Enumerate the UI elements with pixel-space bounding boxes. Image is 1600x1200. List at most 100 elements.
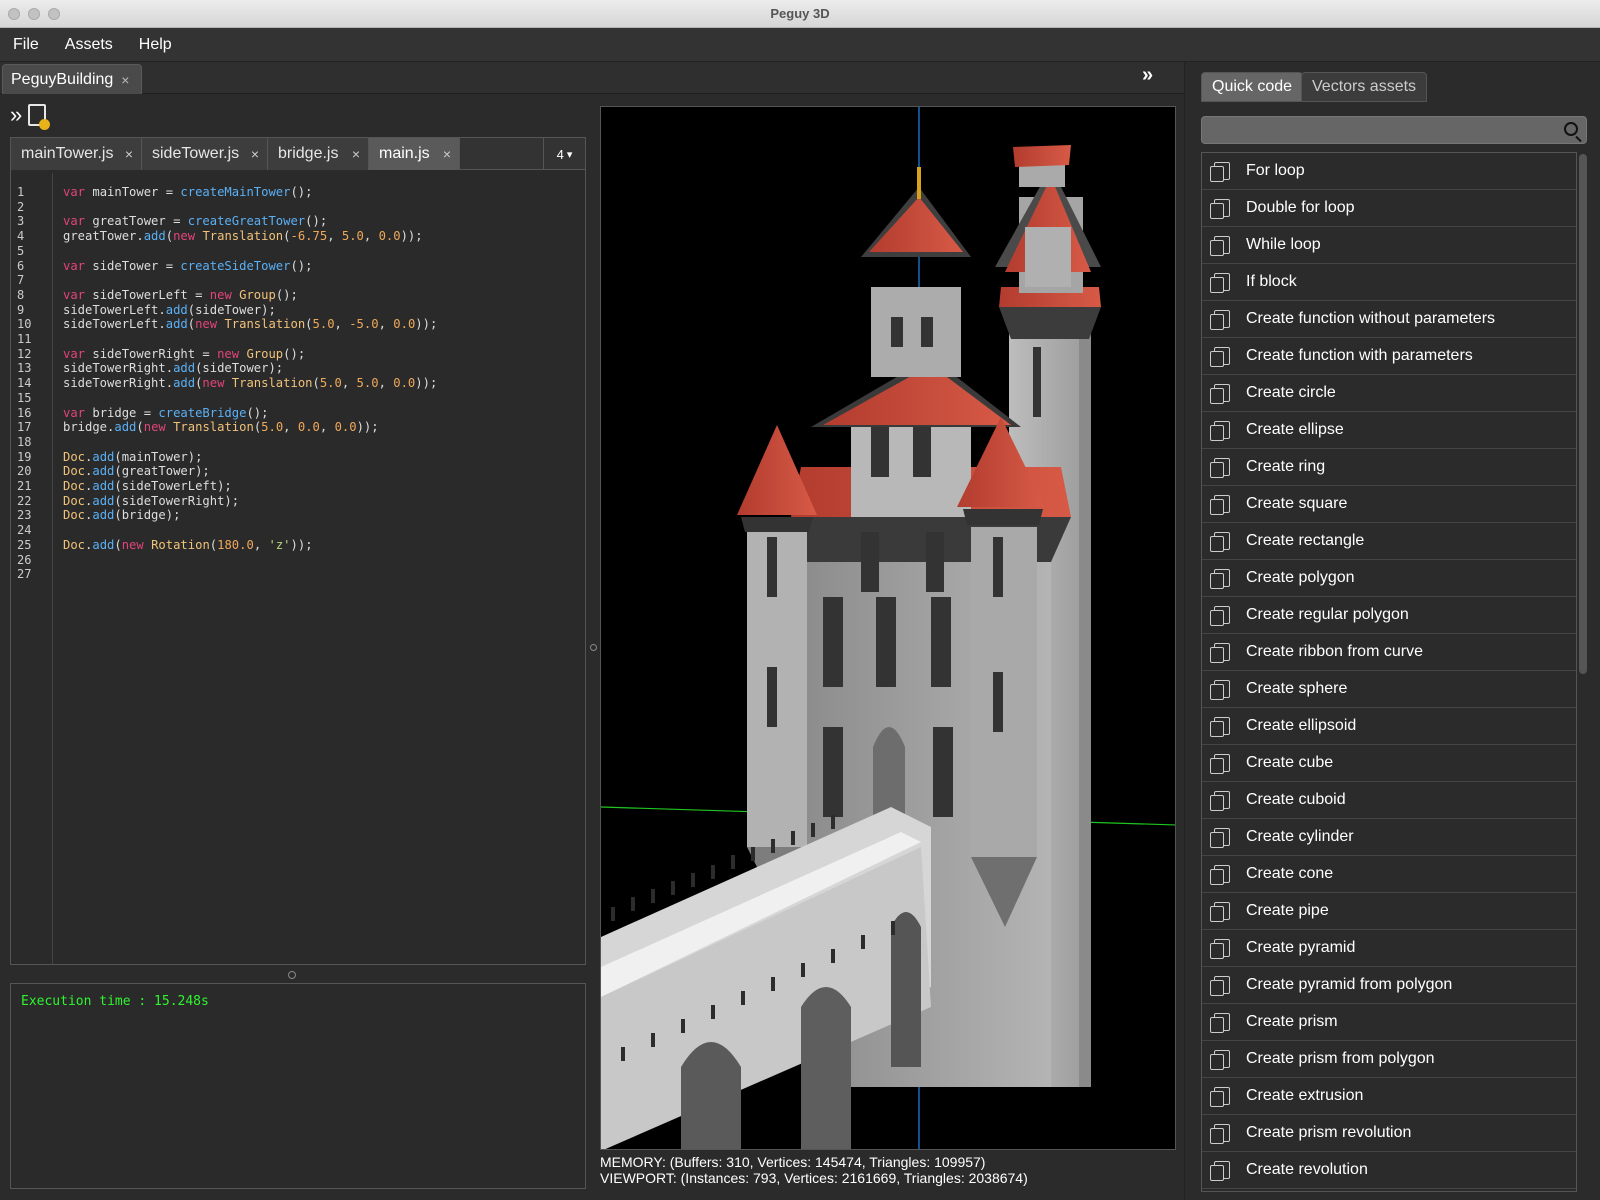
- list-item[interactable]: If block: [1202, 264, 1576, 301]
- menu-help[interactable]: Help: [130, 36, 181, 54]
- list-item[interactable]: Create extrusion: [1202, 1078, 1576, 1115]
- list-item[interactable]: Create cube: [1202, 745, 1576, 782]
- list-item[interactable]: While loop: [1202, 227, 1576, 264]
- line-number: 24: [17, 523, 32, 538]
- copy-icon: [1210, 310, 1230, 330]
- list-item[interactable]: Create pipe: [1202, 893, 1576, 930]
- copy-icon: [1210, 1013, 1230, 1033]
- list-item[interactable]: Create prism: [1202, 1004, 1576, 1041]
- line-number: 25: [17, 537, 32, 552]
- list-item[interactable]: Create cuboid: [1202, 782, 1576, 819]
- list-item-label: Create ellipsoid: [1246, 717, 1357, 734]
- list-item[interactable]: Create ellipsoid: [1202, 708, 1576, 745]
- line-number: 8: [17, 287, 25, 302]
- list-item[interactable]: Create rectangle: [1202, 523, 1576, 560]
- line-number: 19: [17, 449, 32, 464]
- code-line[interactable]: greatTower.add(new Translation(-6.75, 5.…: [63, 229, 423, 243]
- code-line[interactable]: bridge.add(new Translation(5.0, 0.0, 0.0…: [63, 420, 379, 434]
- close-icon[interactable]: ×: [125, 146, 133, 162]
- menu-assets[interactable]: Assets: [56, 36, 122, 54]
- list-item[interactable]: Create pyramid: [1202, 930, 1576, 967]
- list-item[interactable]: Double for loop: [1202, 190, 1576, 227]
- code-editor[interactable]: mainTower.js × sideTower.js × bridge.js …: [10, 137, 586, 965]
- copy-icon: [1210, 384, 1230, 404]
- list-item-label: Create cylinder: [1246, 828, 1354, 845]
- 3d-viewport[interactable]: [600, 106, 1176, 1150]
- document-tab[interactable]: PeguyBuilding ×: [2, 64, 142, 94]
- list-item[interactable]: Create ring: [1202, 449, 1576, 486]
- chevrons-right-icon[interactable]: »: [1142, 64, 1153, 87]
- close-icon[interactable]: ×: [443, 146, 451, 162]
- list-item[interactable]: Create square: [1202, 486, 1576, 523]
- code-line[interactable]: sideTowerRight.add(new Translation(5.0, …: [63, 376, 437, 390]
- code-line[interactable]: sideTowerLeft.add(sideTower);: [63, 303, 276, 317]
- list-item[interactable]: Create circle: [1202, 375, 1576, 412]
- code-line[interactable]: var bridge = createBridge();: [63, 406, 268, 420]
- copy-icon: [1210, 458, 1230, 478]
- vertical-splitter-handle[interactable]: [590, 644, 597, 651]
- code-line[interactable]: sideTowerRight.add(sideTower);: [63, 361, 283, 375]
- list-item[interactable]: For loop: [1202, 153, 1576, 190]
- search-input[interactable]: [1201, 116, 1587, 144]
- tab-quick-code[interactable]: Quick code: [1201, 72, 1304, 102]
- copy-icon: [1210, 421, 1230, 441]
- close-icon[interactable]: ×: [251, 146, 259, 162]
- tab-sidetower-js[interactable]: sideTower.js ×: [142, 138, 268, 170]
- list-item[interactable]: Create sphere: [1202, 671, 1576, 708]
- list-item[interactable]: Create function without parameters: [1202, 301, 1576, 338]
- close-icon[interactable]: ×: [121, 72, 129, 88]
- close-icon[interactable]: ×: [352, 146, 360, 162]
- copy-icon: [1210, 717, 1230, 737]
- code-line[interactable]: var greatTower = createGreatTower();: [63, 214, 327, 228]
- list-item-label: While loop: [1246, 236, 1321, 253]
- code-line[interactable]: sideTowerLeft.add(new Translation(5.0, -…: [63, 317, 437, 331]
- code-line[interactable]: Doc.add(sideTowerLeft);: [63, 479, 232, 493]
- console-output: Execution time : 15.248s: [10, 983, 586, 1189]
- new-file-icon[interactable]: [28, 104, 51, 130]
- code-line[interactable]: var sideTowerRight = new Group();: [63, 347, 305, 361]
- line-number: 18: [17, 434, 32, 449]
- code-line[interactable]: Doc.add(sideTowerRight);: [63, 494, 239, 508]
- code-line[interactable]: Doc.add(greatTower);: [63, 464, 210, 478]
- code-line[interactable]: Doc.add(new Rotation(180.0, 'z'));: [63, 538, 313, 552]
- list-item[interactable]: Create polygon: [1202, 560, 1576, 597]
- editor-toolbar: »: [10, 104, 51, 130]
- tab-label: bridge.js: [278, 145, 339, 162]
- horizontal-splitter-handle[interactable]: [288, 971, 296, 979]
- code-line[interactable]: var sideTowerLeft = new Group();: [63, 288, 298, 302]
- list-item[interactable]: Create prism from polygon: [1202, 1041, 1576, 1078]
- line-number: 21: [17, 479, 32, 493]
- list-item[interactable]: Create cylinder: [1202, 819, 1576, 856]
- copy-icon: [1210, 865, 1230, 885]
- tab-maintower-js[interactable]: mainTower.js ×: [11, 138, 142, 170]
- tab-bridge-js[interactable]: bridge.js ×: [268, 138, 369, 170]
- quick-code-list: For loop Double for loop While loop If bloc…: [1201, 152, 1577, 1192]
- list-item-label: Create function with parameters: [1246, 347, 1473, 364]
- tab-main-js[interactable]: main.js ×: [369, 138, 460, 170]
- list-item[interactable]: Create cone: [1202, 856, 1576, 893]
- line-number: 13: [17, 361, 32, 376]
- search-icon[interactable]: [1564, 122, 1578, 136]
- list-item-label: Create polygon: [1246, 569, 1355, 586]
- chevrons-right-icon[interactable]: »: [10, 104, 22, 126]
- tab-overflow-button[interactable]: 4 ▾: [543, 138, 585, 170]
- list-item[interactable]: Create regular polygon: [1202, 597, 1576, 634]
- code-line[interactable]: Doc.add(mainTower);: [63, 450, 202, 464]
- list-item[interactable]: Create ellipse: [1202, 412, 1576, 449]
- list-item[interactable]: Create prism revolution: [1202, 1115, 1576, 1152]
- line-number: 5: [17, 243, 25, 258]
- menu-file[interactable]: File: [4, 36, 48, 54]
- copy-icon: [1210, 791, 1230, 811]
- tab-vectors-assets[interactable]: Vectors assets: [1301, 72, 1428, 102]
- code-line[interactable]: Doc.add(bridge);: [63, 508, 180, 522]
- line-number: 20: [17, 464, 32, 479]
- menu-bar: File Assets Help: [0, 28, 1600, 62]
- list-scrollbar[interactable]: [1579, 154, 1587, 674]
- list-item[interactable]: Create revolution: [1202, 1152, 1576, 1189]
- list-item[interactable]: Create ribbon from curve: [1202, 634, 1576, 671]
- code-line[interactable]: var mainTower = createMainTower();: [63, 185, 312, 199]
- list-item[interactable]: Create pyramid from polygon: [1202, 967, 1576, 1004]
- code-line[interactable]: var sideTower = createSideTower();: [63, 259, 312, 273]
- line-number: 23: [17, 508, 32, 523]
- list-item[interactable]: Create function with parameters: [1202, 338, 1576, 375]
